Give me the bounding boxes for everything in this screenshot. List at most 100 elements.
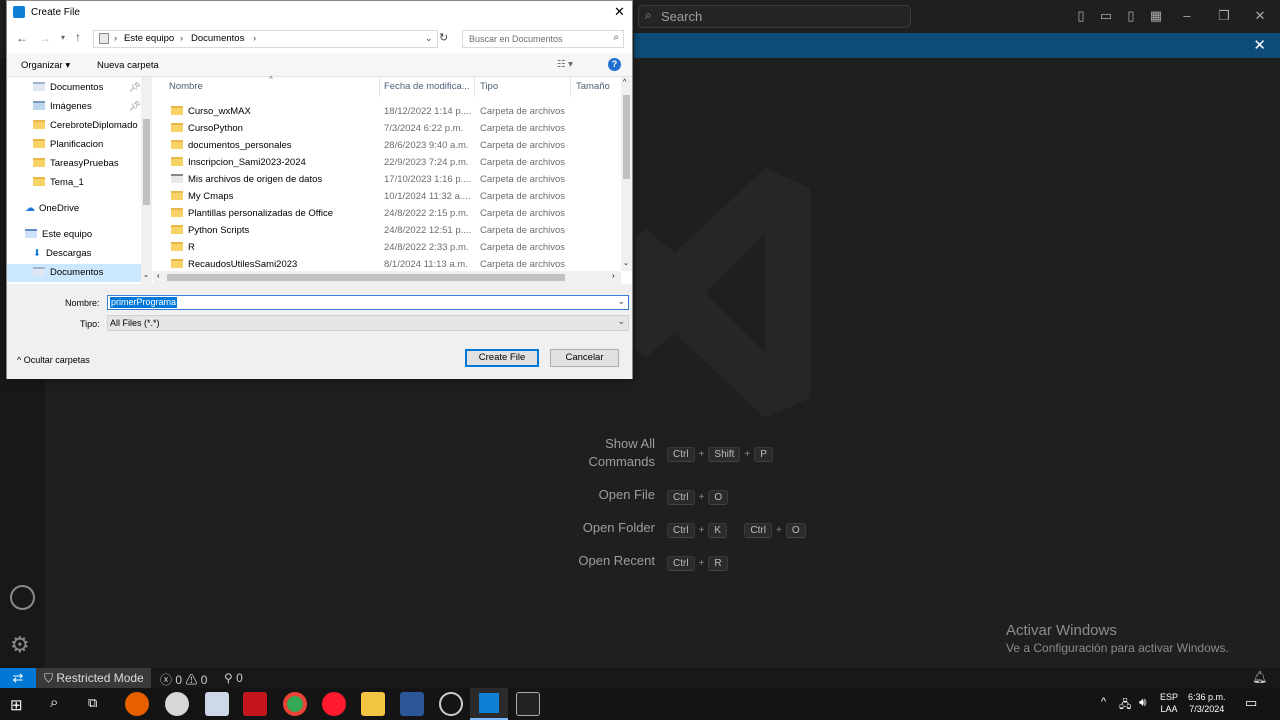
file-list-horizontal-scrollbar[interactable]: ‹ ›	[153, 271, 621, 284]
column-header-nombre[interactable]: Nombre	[169, 81, 203, 92]
recent-locations-icon[interactable]: ▾	[61, 33, 65, 42]
tree-item-tareasypruebas[interactable]: TareasyPruebas	[33, 155, 119, 173]
folder-search-input[interactable]: Buscar en Documentos ⌕	[462, 30, 624, 48]
vscode-taskbar-item[interactable]	[470, 688, 508, 720]
file-row[interactable]: My Cmaps 10/1/2024 11:32 a.... Carpeta de …	[171, 188, 601, 205]
show-all-commands-label: Show All Commands	[588, 436, 655, 469]
account-icon[interactable]	[10, 585, 35, 610]
open-file-label[interactable]: Open File	[545, 487, 655, 502]
minimize-icon[interactable]: –	[1179, 8, 1195, 24]
acrobat-icon[interactable]	[243, 692, 267, 716]
vscode-icon	[13, 6, 25, 18]
maximize-icon[interactable]: ❐	[1216, 8, 1232, 24]
column-header-tamano[interactable]: Tamaño	[576, 81, 610, 92]
file-row[interactable]: Mis archivos de origen de datos 17/10/202…	[171, 171, 601, 188]
file-row[interactable]: Python Scripts 24/8/2022 12:51 p.... Carpe…	[171, 222, 601, 239]
tree-item-onedrive[interactable]: ☁ OneDrive	[25, 200, 79, 218]
toggle-secondary-sidebar-icon[interactable]: ▯	[1123, 8, 1139, 24]
start-windows-icon[interactable]: ⊞	[10, 696, 23, 714]
file-row[interactable]: CursoPython 7/3/2024 6:22 p.m. Carpeta de …	[171, 120, 601, 137]
customize-layout-icon[interactable]: ▦	[1148, 8, 1164, 24]
tree-item-cerebrotediplomado[interactable]: CerebroteDiplomado	[33, 117, 138, 135]
file-row[interactable]: Inscripcion_Sami2023-2024 22/9/2023 7:24 …	[171, 154, 601, 171]
forward-arrow-icon[interactable]: →	[39, 31, 51, 45]
notifications-icon[interactable]: ▭	[1245, 695, 1257, 711]
ocultar-carpetas-toggle[interactable]: ^ Ocultar carpetas	[17, 355, 90, 365]
file-row[interactable]: documentos_personales 28/6/2023 9:40 a.m.…	[171, 137, 601, 154]
command-bar: Organizar ▾ Nueva carpeta ☷ ▾ ?	[7, 53, 632, 77]
file-row[interactable]: Curso_wxMAX 18/12/2022 1:14 p.... Carpeta …	[171, 103, 601, 120]
cancel-button[interactable]: Cancelar	[550, 349, 619, 367]
opera-icon[interactable]	[322, 692, 346, 716]
vscode-icon	[479, 693, 499, 713]
tree-scrollbar[interactable]: ⌄	[141, 77, 152, 284]
vscode-logo-watermark	[635, 168, 810, 418]
file-row[interactable]: R 24/8/2022 2:33 p.m. Carpeta de archivos	[171, 239, 601, 256]
column-header-fecha[interactable]: Fecha de modifica...	[384, 81, 470, 92]
firefox-icon[interactable]	[125, 692, 149, 716]
back-arrow-icon[interactable]: ←	[16, 31, 28, 45]
volume-icon[interactable]: 🔊︎	[1139, 695, 1147, 710]
tray-chevron-icon[interactable]: ^	[1101, 696, 1106, 708]
open-recent-label[interactable]: Open Recent	[545, 553, 655, 568]
remote-icon[interactable]: ⇄	[0, 668, 36, 688]
download-icon: ⬇	[33, 248, 41, 259]
notification-banner: ✕	[634, 33, 1280, 58]
app-icon-2[interactable]	[439, 692, 463, 716]
toggle-sidebar-icon[interactable]: ▯	[1073, 8, 1089, 24]
search-icon[interactable]: ⌕	[50, 694, 58, 711]
column-header-tipo[interactable]: Tipo	[480, 81, 498, 92]
file-type-select[interactable]: All Files (*.*) ⌄	[107, 315, 629, 331]
create-file-button[interactable]: Create File	[465, 349, 539, 367]
view-options-icon[interactable]: ☷ ▾	[557, 59, 573, 70]
ports-indicator[interactable]: ⚲ 0	[224, 671, 243, 685]
computer-icon	[99, 33, 109, 44]
close-icon[interactable]: ✕	[1253, 36, 1266, 54]
up-arrow-icon[interactable]: ↑	[75, 30, 81, 44]
address-bar[interactable]: › Este equipo › Documentos › ⌄	[93, 30, 438, 48]
help-icon[interactable]: ?	[608, 58, 621, 71]
filename-dropdown-icon[interactable]: ⌄	[617, 296, 625, 307]
tree-item-documentos[interactable]: Documentos 📌︎	[33, 79, 141, 97]
file-list: Nombre ^ Fecha de modifica... Tipo Tamañ…	[153, 75, 632, 284]
tree-item-documentos-selected[interactable]: Documentos	[7, 264, 141, 282]
close-window-icon[interactable]: ✕	[1252, 8, 1268, 24]
chevron-up-icon: ^	[17, 355, 22, 365]
search-icon: ⌕	[645, 8, 652, 22]
language-indicator[interactable]: ESP LAA	[1160, 691, 1178, 715]
word-icon[interactable]	[400, 692, 424, 716]
breadcrumb-documentos[interactable]: Documentos	[191, 33, 244, 44]
search-icon: ⌕	[613, 32, 619, 43]
task-view-icon[interactable]: ⧉	[88, 695, 97, 711]
dialog-titlebar: Create File ✕	[7, 1, 632, 25]
pin-icon: 📌︎	[129, 82, 142, 93]
tree-item-este-equipo[interactable]: Este equipo	[25, 226, 92, 244]
problems-indicator[interactable]: ⓧ 0 ⚠ 0	[160, 671, 207, 688]
open-folder-label[interactable]: Open Folder	[545, 520, 655, 535]
notepad-icon[interactable]	[205, 692, 229, 716]
dialog-close-icon[interactable]: ✕	[614, 4, 625, 20]
tree-item-descargas[interactable]: ⬇ Descargas	[33, 245, 91, 263]
clock[interactable]: 6:36 p.m. 7/3/2024	[1188, 691, 1226, 715]
breadcrumb-este-equipo[interactable]: Este equipo	[124, 33, 174, 44]
nueva-carpeta-button[interactable]: Nueva carpeta	[97, 60, 159, 71]
tree-item-imagenes[interactable]: Imágenes 📌︎	[33, 98, 141, 116]
app-icon[interactable]	[165, 692, 189, 716]
chrome-icon[interactable]	[283, 692, 307, 716]
settings-gear-icon[interactable]: ⚙	[10, 632, 30, 658]
file-explorer-icon[interactable]	[361, 692, 385, 716]
file-list-vertical-scrollbar[interactable]: ^ ⌄	[621, 77, 632, 271]
tree-item-tema-1[interactable]: Tema_1	[33, 174, 84, 192]
network-icon[interactable]: 🖧	[1119, 696, 1131, 715]
address-dropdown-icon[interactable]: ⌄	[425, 33, 433, 44]
organizar-button[interactable]: Organizar ▾	[21, 60, 70, 71]
bell-icon[interactable]: 🔔︎	[1252, 670, 1267, 684]
terminal-icon[interactable]	[516, 692, 540, 716]
file-row[interactable]: Plantillas personalizadas de Office 24/8/…	[171, 205, 601, 222]
command-center-search[interactable]: ⌕ Search	[638, 5, 911, 28]
tree-item-planificacion[interactable]: Planificacion	[33, 136, 103, 154]
restricted-mode-badge[interactable]: ⛉ Restricted Mode	[36, 668, 151, 688]
refresh-icon[interactable]: ↻	[439, 31, 448, 44]
filename-input[interactable]: primerPrograma ⌄	[107, 295, 629, 310]
toggle-panel-icon[interactable]: ▭	[1098, 8, 1114, 24]
